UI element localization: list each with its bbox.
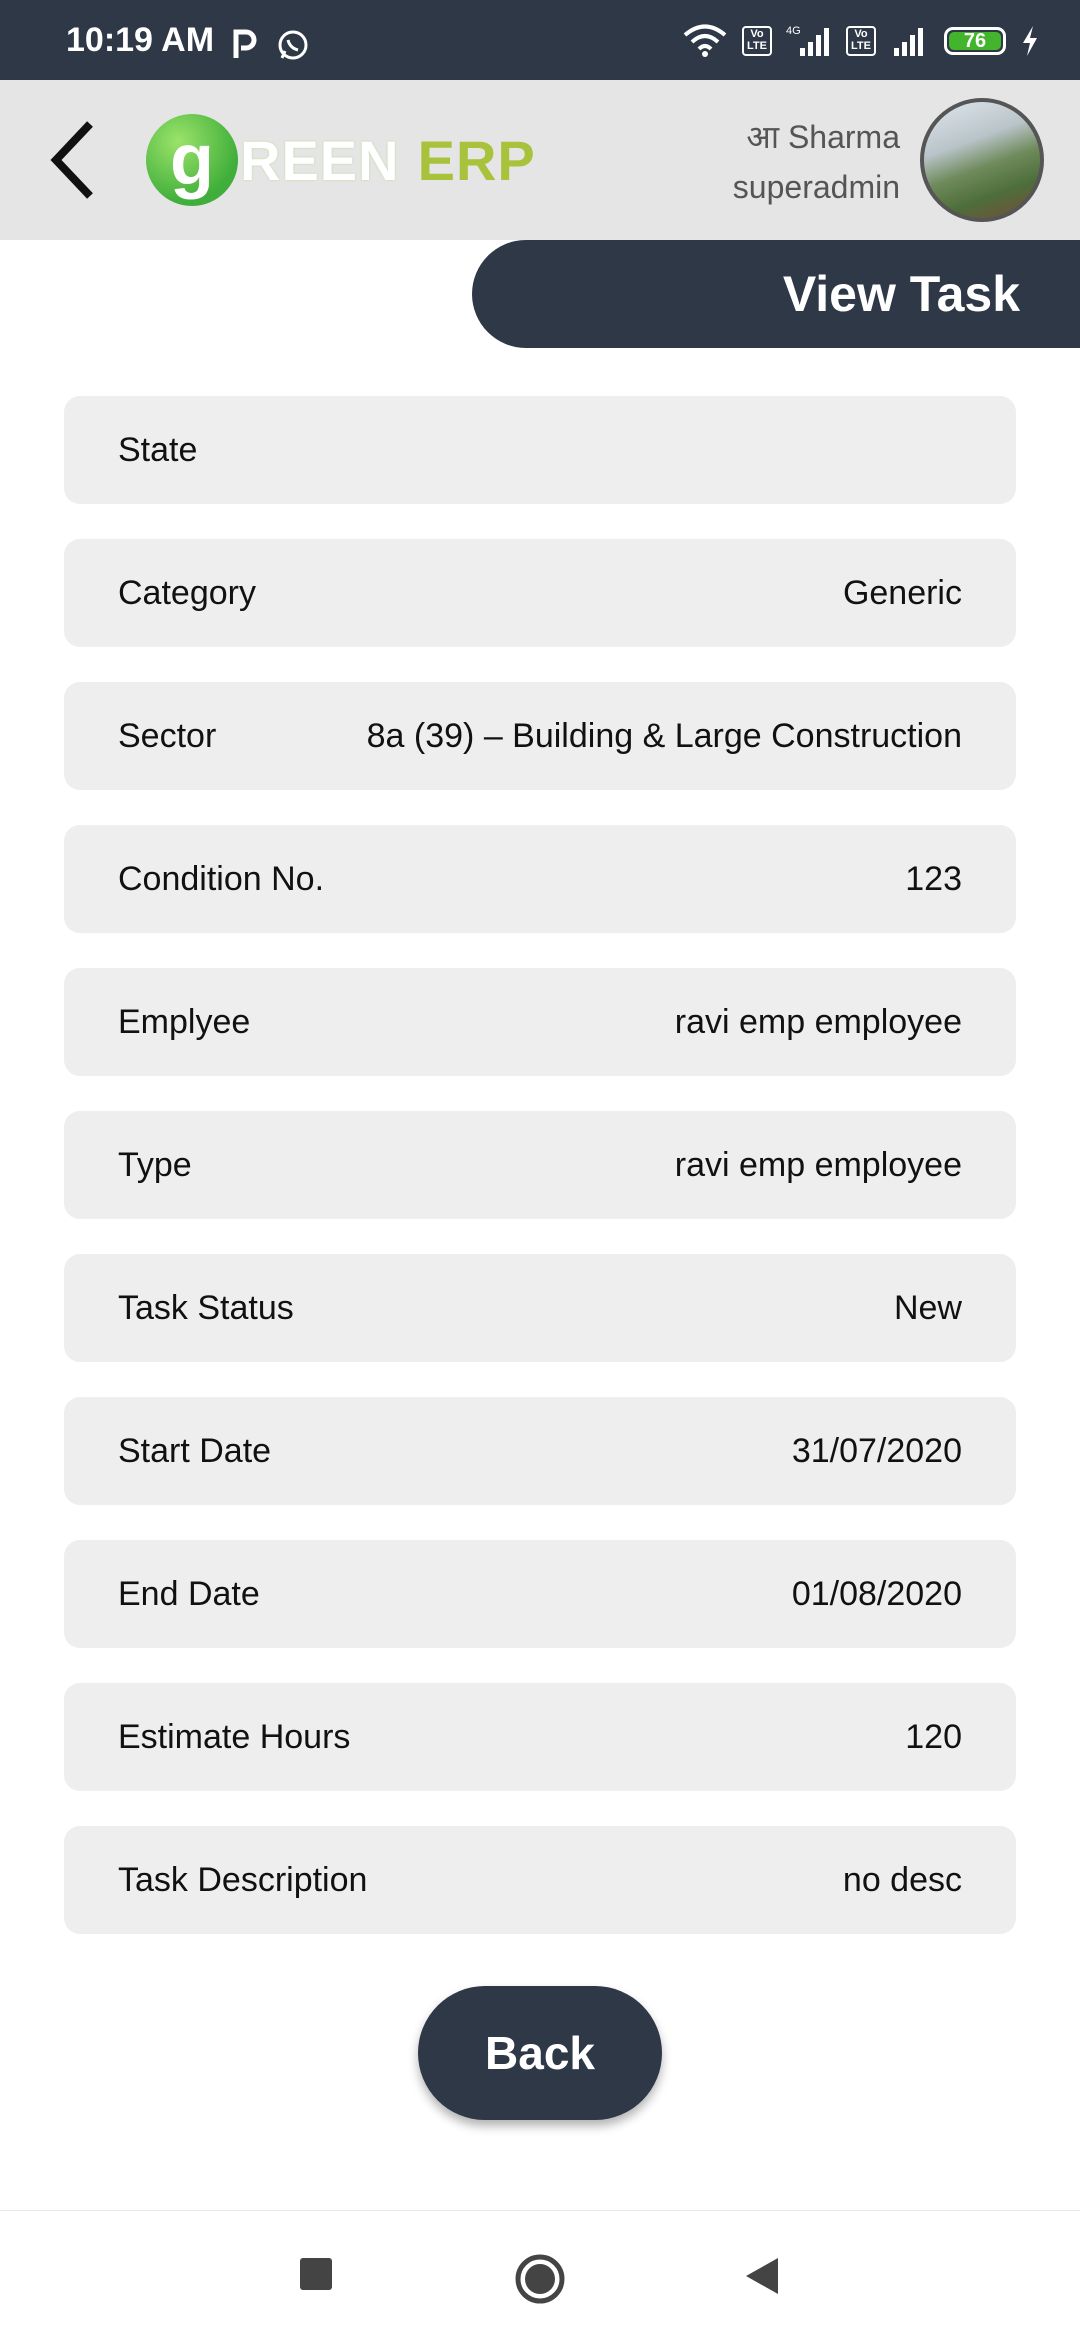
status-bar: 10:19 AM Vo LTE 4G Vo LTE 76 (0, 0, 1080, 80)
user-name: आ Sharma (746, 119, 900, 155)
field-sector: Sector 8a (39) – Building & Large Constr… (64, 682, 1016, 790)
volte-icon: Vo LTE (742, 26, 772, 56)
field-value: Generic (842, 573, 962, 612)
system-nav-bar (0, 2210, 1080, 2341)
field-value: 123 (905, 859, 962, 898)
green-erp-logo: g REEN ERP (146, 110, 536, 210)
volte-icon-2: Vo LTE (846, 26, 876, 56)
back-button[interactable]: Back (418, 1986, 662, 2120)
field-value: ravi emp employee (674, 1002, 962, 1041)
wifi-icon (683, 24, 727, 57)
battery-icon: 76 (944, 27, 1006, 55)
field-type: Type ravi emp employee (64, 1111, 1016, 1219)
status-left-icons (232, 28, 310, 62)
charging-icon (1023, 26, 1037, 56)
field-value: New (893, 1288, 962, 1327)
task-details: State Category Generic Sector 8a (39) – … (64, 396, 1016, 1969)
page-title: View Task (472, 240, 1080, 348)
logo-erp-text: ERP (417, 128, 536, 192)
field-condition-no: Condition No. 123 (64, 825, 1016, 933)
status-time: 10:19 AM (66, 21, 215, 59)
avatar[interactable] (920, 98, 1044, 222)
field-task-status: Task Status New (64, 1254, 1016, 1362)
field-label: Estimate Hours (118, 1717, 351, 1756)
field-category: Category Generic (64, 539, 1016, 647)
logo-g-mark: g (146, 114, 238, 206)
recent-apps-icon[interactable] (298, 2256, 334, 2292)
signal-icon: 4G (786, 25, 829, 56)
field-label: Task Status (118, 1288, 294, 1327)
paytm-icon (233, 29, 257, 58)
field-employee: Emplyee ravi emp employee (64, 968, 1016, 1076)
field-state: State (64, 396, 1016, 504)
home-icon[interactable] (514, 2253, 566, 2305)
field-value: 31/07/2020 (791, 1431, 962, 1470)
user-role: superadmin (732, 169, 900, 205)
field-estimate-hours: Estimate Hours 120 (64, 1683, 1016, 1791)
system-back-icon[interactable] (744, 2256, 780, 2296)
logo-reen-text: REEN (240, 128, 400, 192)
field-task-description: Task Description no desc (64, 1826, 1016, 1934)
field-label: Type (118, 1145, 192, 1184)
field-label: Condition No. (118, 859, 325, 898)
user-info: आ Sharma superadmin (733, 112, 900, 212)
field-label: Category (118, 573, 256, 612)
field-value: 01/08/2020 (791, 1574, 962, 1613)
field-label: State (118, 430, 198, 469)
battery-level: 76 (949, 30, 1001, 52)
field-label: Sector (118, 716, 217, 755)
field-end-date: End Date 01/08/2020 (64, 1540, 1016, 1648)
back-arrow-icon[interactable] (46, 118, 106, 202)
field-value: no desc (842, 1860, 962, 1899)
field-value: 120 (905, 1717, 962, 1756)
field-label: Task Description (118, 1860, 368, 1899)
field-value: ravi emp employee (674, 1145, 962, 1184)
app-header: g REEN ERP आ Sharma superadmin (0, 80, 1080, 240)
whatsapp-icon (278, 30, 308, 60)
signal-icon-2 (894, 28, 923, 56)
field-label: Emplyee (118, 1002, 251, 1041)
field-start-date: Start Date 31/07/2020 (64, 1397, 1016, 1505)
status-right-icons: Vo LTE 4G Vo LTE 76 (682, 24, 1040, 58)
field-label: End Date (118, 1574, 260, 1613)
field-label: Start Date (118, 1431, 272, 1470)
svg-text:4G: 4G (786, 25, 801, 37)
field-value: 8a (39) – Building & Large Construction (366, 716, 962, 755)
